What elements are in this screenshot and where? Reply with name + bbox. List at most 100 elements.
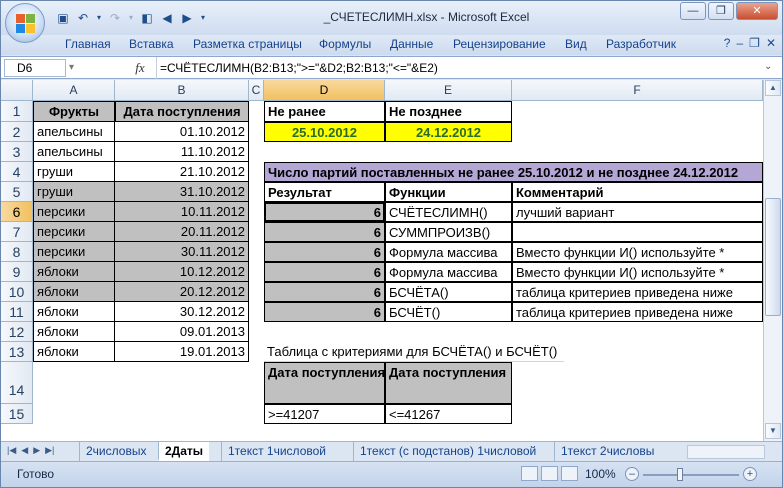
prev-sheet-icon[interactable]: ◀ xyxy=(21,445,28,456)
cell-fruit[interactable]: яблоки xyxy=(33,262,115,282)
crit-value-2[interactable]: <=41267 xyxy=(385,404,512,424)
vertical-scrollbar[interactable]: ▲ ▼ xyxy=(763,80,782,441)
tab-developer[interactable]: Разработчик xyxy=(606,37,676,51)
cell-fruit[interactable]: груши xyxy=(33,162,115,182)
tab-view[interactable]: Вид xyxy=(565,37,587,51)
page-layout-view-icon[interactable] xyxy=(541,466,558,481)
sheet-tab-1text-1numeric[interactable]: 1текст 1числовой xyxy=(221,442,332,461)
tab-insert[interactable]: Вставка xyxy=(129,37,174,51)
row-header-2[interactable]: 2 xyxy=(1,122,33,142)
header-comment[interactable]: Комментарий xyxy=(512,182,763,202)
cell-comment[interactable]: Вместо функции И() используйте * xyxy=(512,262,763,282)
zoom-out-icon[interactable]: – xyxy=(625,467,639,481)
cell-function[interactable]: СУММПРОИЗВ() xyxy=(385,222,512,242)
crit-header-1[interactable]: Дата поступления xyxy=(264,362,385,404)
cell-function[interactable]: БСЧЁТА() xyxy=(385,282,512,302)
cell-date[interactable]: 20.12.2012 xyxy=(115,282,249,302)
cell-fruit[interactable]: яблоки xyxy=(33,302,115,322)
office-button[interactable] xyxy=(5,3,45,43)
cell-result[interactable]: 6 xyxy=(264,282,385,302)
horizontal-scrollbar[interactable] xyxy=(687,445,765,459)
ribbon-minimize-icon[interactable]: – xyxy=(736,36,743,50)
criteria-caption[interactable]: Таблица с критериями для БСЧЁТА() и БСЧЁ… xyxy=(264,342,564,362)
cell-date[interactable]: 21.10.2012 xyxy=(115,162,249,182)
sheet-tab-1text-2numeric[interactable]: 1текст 2числовы xyxy=(554,442,660,461)
ribbon-close-icon[interactable]: ✕ xyxy=(766,36,776,50)
cell-fruit[interactable]: яблоки xyxy=(33,282,115,302)
header-functions[interactable]: Функции xyxy=(385,182,512,202)
scroll-thumb[interactable] xyxy=(765,198,781,316)
restore-button[interactable]: ❐ xyxy=(708,2,734,20)
tab-home[interactable]: Главная xyxy=(65,37,111,51)
formula-input[interactable]: =СЧЁТЕСЛИМН(B2:B13;">="&D2;B2:B13;"<="&E… xyxy=(156,57,438,79)
cell-fruit[interactable]: персики xyxy=(33,222,115,242)
cell-date[interactable]: 20.11.2012 xyxy=(115,222,249,242)
column-header-a[interactable]: A xyxy=(33,80,115,101)
cell-result[interactable]: 6 xyxy=(264,222,385,242)
results-title[interactable]: Число партий поставленных не ранее 25.10… xyxy=(264,162,763,182)
column-header-f[interactable]: F xyxy=(512,80,763,101)
column-header-b[interactable]: B xyxy=(115,80,249,101)
sheet-tab-2dates[interactable]: 2Даты xyxy=(158,442,210,461)
row-header-9[interactable]: 9 xyxy=(1,262,33,282)
value-not-after[interactable]: 24.12.2012 xyxy=(385,122,512,142)
cell-date[interactable]: 30.11.2012 xyxy=(115,242,249,262)
header-result[interactable]: Результат xyxy=(264,182,385,202)
cell-comment[interactable]: Вместо функции И() используйте * xyxy=(512,242,763,262)
page-break-view-icon[interactable] xyxy=(561,466,578,481)
cell-result[interactable]: 6 xyxy=(264,262,385,282)
cell-comment[interactable]: лучший вариант xyxy=(512,202,763,222)
row-header-13[interactable]: 13 xyxy=(1,342,33,362)
cell-date[interactable]: 10.12.2012 xyxy=(115,262,249,282)
cell-comment[interactable] xyxy=(512,222,763,242)
label-not-after[interactable]: Не позднее xyxy=(385,101,512,122)
insert-function-icon[interactable]: fx xyxy=(127,59,153,77)
row-header-14[interactable]: 14 xyxy=(1,362,33,404)
crit-value-1[interactable]: >=41207 xyxy=(264,404,385,424)
cell-result[interactable]: 6 xyxy=(264,302,385,322)
row-header-1[interactable]: 1 xyxy=(1,101,33,122)
cell-date[interactable]: 09.01.2013 xyxy=(115,322,249,342)
cell-date[interactable]: 30.12.2012 xyxy=(115,302,249,322)
cell-date[interactable]: 19.01.2013 xyxy=(115,342,249,362)
help-icon[interactable]: ? xyxy=(724,36,731,50)
first-sheet-icon[interactable]: |◀ xyxy=(7,445,16,456)
cell-function[interactable]: БСЧЁТ() xyxy=(385,302,512,322)
cell-date[interactable]: 11.10.2012 xyxy=(115,142,249,162)
row-header-3[interactable]: 3 xyxy=(1,142,33,162)
row-header-7[interactable]: 7 xyxy=(1,222,33,242)
formula-expand-icon[interactable]: ⌄ xyxy=(764,61,776,75)
row-header-5[interactable]: 5 xyxy=(1,182,33,202)
cell-result[interactable]: 6 xyxy=(264,242,385,262)
tab-data[interactable]: Данные xyxy=(390,37,433,51)
scroll-up-icon[interactable]: ▲ xyxy=(765,80,781,96)
cell-fruit[interactable]: апельсины xyxy=(33,142,115,162)
ribbon-restore-icon[interactable]: ❐ xyxy=(749,36,760,50)
cell-function[interactable]: Формула массива xyxy=(385,242,512,262)
cell-function[interactable]: СЧЁТЕСЛИМН() xyxy=(385,202,512,222)
zoom-level[interactable]: 100% xyxy=(585,467,616,481)
tab-page-layout[interactable]: Разметка страницы xyxy=(193,37,302,51)
scroll-down-icon[interactable]: ▼ xyxy=(765,423,781,439)
sheet-tab-1text-subst[interactable]: 1текст (с подстанов) 1числовой xyxy=(353,442,542,461)
row-header-8[interactable]: 8 xyxy=(1,242,33,262)
cell-date[interactable]: 31.10.2012 xyxy=(115,182,249,202)
column-header-e[interactable]: E xyxy=(385,80,512,101)
cell-fruit[interactable]: яблоки xyxy=(33,322,115,342)
cell-fruit[interactable]: апельсины xyxy=(33,122,115,142)
column-header-c[interactable]: C xyxy=(249,80,264,101)
cell-fruit[interactable]: персики xyxy=(33,202,115,222)
row-header-6[interactable]: 6 xyxy=(1,202,33,222)
cell-fruit[interactable]: груши xyxy=(33,182,115,202)
row-header-4[interactable]: 4 xyxy=(1,162,33,182)
cell-fruit[interactable]: яблоки xyxy=(33,342,115,362)
cell-result[interactable]: 6 xyxy=(264,202,385,222)
minimize-button[interactable]: — xyxy=(680,2,706,20)
cell-function[interactable]: Формула массива xyxy=(385,262,512,282)
select-all-corner[interactable] xyxy=(1,80,33,101)
cell-date[interactable]: 10.11.2012 xyxy=(115,202,249,222)
next-sheet-icon[interactable]: ▶ xyxy=(33,445,40,456)
zoom-slider[interactable] xyxy=(643,474,739,476)
worksheet-grid[interactable]: A B C D E F 1 2 3 4 5 6 7 8 9 10 11 12 13 14 15 Фрукты… xyxy=(1,80,782,441)
sheet-tab-2numeric[interactable]: 2числовых xyxy=(79,442,152,461)
